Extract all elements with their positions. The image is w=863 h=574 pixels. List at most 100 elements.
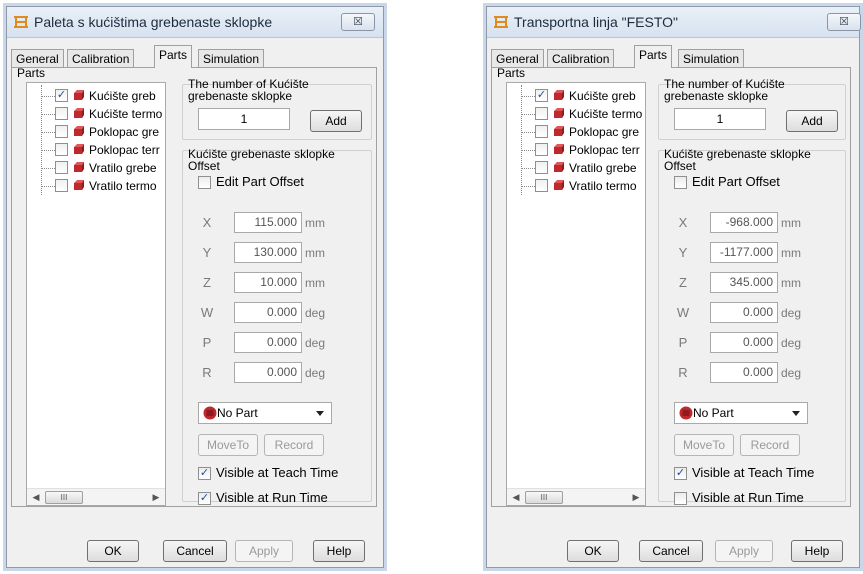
offset-w-input[interactable]: 0.000 [234, 302, 302, 323]
add-button[interactable]: Add [786, 110, 838, 132]
close-icon: ☒ [839, 16, 849, 28]
axis-label-x: X [202, 215, 212, 230]
tab-parts[interactable]: Parts [154, 45, 193, 68]
part-icon [74, 108, 84, 118]
scroll-right-icon[interactable]: ▶ [149, 491, 163, 504]
tree-item-checkbox[interactable] [55, 179, 68, 192]
parts-tree[interactable]: ✓ Kućište greb Kućište termo Poklopac gr… [26, 82, 166, 506]
apply-button[interactable]: Apply [715, 540, 773, 562]
scroll-left-icon[interactable]: ◀ [509, 491, 523, 504]
scroll-thumb[interactable]: III [45, 491, 83, 504]
tree-item[interactable]: Poklopac gre [27, 123, 167, 141]
tab-calibration[interactable]: Calibration [547, 49, 615, 68]
offset-y-input[interactable]: -1177.000 [710, 242, 778, 263]
offset-y-input[interactable]: 130.000 [234, 242, 302, 263]
part-select[interactable]: No Part [674, 402, 808, 424]
tree-item-checkbox[interactable]: ✓ [535, 89, 548, 102]
tree-item[interactable]: Poklopac gre [507, 123, 647, 141]
moveto-button[interactable]: MoveTo [198, 434, 258, 456]
tree-horizontal-scrollbar[interactable]: ◀ III ▶ [507, 488, 645, 505]
tree-item[interactable]: ✓ Kućište greb [27, 87, 167, 105]
scroll-left-icon[interactable]: ◀ [29, 491, 43, 504]
offset-x-input[interactable]: -968.000 [710, 212, 778, 233]
tree-item-checkbox[interactable] [535, 143, 548, 156]
tree-item-checkbox[interactable] [535, 179, 548, 192]
tree-item-checkbox[interactable] [535, 107, 548, 120]
moveto-button[interactable]: MoveTo [674, 434, 734, 456]
scroll-right-icon[interactable]: ▶ [629, 491, 643, 504]
tree-item-checkbox[interactable] [535, 125, 548, 138]
tree-item[interactable]: Vratilo termo [507, 177, 647, 195]
record-button[interactable]: Record [264, 434, 324, 456]
close-button[interactable]: ☒ [827, 13, 861, 31]
edit-offset-checkbox[interactable] [674, 176, 687, 189]
help-button[interactable]: Help [313, 540, 365, 562]
tree-item-label: Vratilo grebe [569, 161, 637, 175]
part-count-value: 1 [674, 108, 766, 130]
cancel-button[interactable]: Cancel [639, 540, 703, 562]
part-dialog-2: Transportna linja "FESTO" ☒ General Cali… [486, 6, 861, 568]
close-icon: ☒ [353, 16, 363, 28]
tree-item-checkbox[interactable] [535, 161, 548, 174]
tree-item[interactable]: ✓ Kućište greb [507, 87, 647, 105]
visible-run-checkbox[interactable] [674, 492, 687, 505]
window-title: Paleta s kućištima grebenaste sklopke [34, 14, 273, 30]
offset-r-input[interactable]: 0.000 [234, 362, 302, 383]
no-part-icon [203, 406, 217, 420]
close-button[interactable]: ☒ [341, 13, 375, 31]
tab-parts[interactable]: Parts [634, 45, 673, 68]
tree-item[interactable]: Poklopac terr [507, 141, 647, 159]
parts-panel: Parts ✓ Kućište greb Kućište termo Poklo… [11, 66, 377, 507]
axis-label-w: W [200, 305, 214, 320]
add-button[interactable]: Add [310, 110, 362, 132]
cancel-button[interactable]: Cancel [163, 540, 227, 562]
visible-run-checkbox[interactable]: ✓ [198, 492, 211, 505]
tab-simulation[interactable]: Simulation [198, 49, 265, 68]
tree-item[interactable]: Vratilo termo [27, 177, 167, 195]
apply-button[interactable]: Apply [235, 540, 293, 562]
tree-item[interactable]: Kućište termo [507, 105, 647, 123]
part-select[interactable]: No Part [198, 402, 332, 424]
tree-item-label: Poklopac terr [89, 143, 160, 157]
parts-tree[interactable]: ✓ Kućište greb Kućište termo Poklopac gr… [506, 82, 646, 506]
title-bar[interactable]: Paleta s kućištima grebenaste sklopke ☒ [7, 7, 383, 38]
part-icon [554, 180, 564, 190]
tree-item-checkbox[interactable] [55, 143, 68, 156]
ok-button[interactable]: OK [567, 540, 619, 562]
title-bar[interactable]: Transportna linja "FESTO" ☒ [487, 7, 861, 38]
visible-teach-checkbox[interactable]: ✓ [198, 467, 211, 480]
offset-p-input[interactable]: 0.000 [710, 332, 778, 353]
tree-horizontal-scrollbar[interactable]: ◀ III ▶ [27, 488, 165, 505]
tree-item-label: Kućište termo [89, 107, 163, 121]
tree-item-checkbox[interactable] [55, 125, 68, 138]
part-icon [554, 108, 564, 118]
tree-item-checkbox[interactable]: ✓ [55, 89, 68, 102]
tree-item[interactable]: Kućište termo [27, 105, 167, 123]
edit-offset-checkbox[interactable] [198, 176, 211, 189]
tree-item-checkbox[interactable] [55, 161, 68, 174]
tree-item-label: Vratilo termo [569, 179, 637, 193]
offset-p-input[interactable]: 0.000 [234, 332, 302, 353]
part-icon [554, 126, 564, 136]
help-button[interactable]: Help [791, 540, 843, 562]
tab-calibration[interactable]: Calibration [67, 49, 135, 68]
tree-item[interactable]: Poklopac terr [27, 141, 167, 159]
conveyor-icon [14, 16, 28, 28]
offset-w-input[interactable]: 0.000 [710, 302, 778, 323]
ok-button[interactable]: OK [87, 540, 139, 562]
offset-r-input[interactable]: 0.000 [710, 362, 778, 383]
tab-simulation[interactable]: Simulation [678, 49, 745, 68]
tree-item[interactable]: Vratilo grebe [507, 159, 647, 177]
offset-x-input[interactable]: 115.000 [234, 212, 302, 233]
scroll-thumb[interactable]: III [525, 491, 563, 504]
axis-label-y: Y [678, 245, 688, 260]
offset-z-input[interactable]: 10.000 [234, 272, 302, 293]
record-button[interactable]: Record [740, 434, 800, 456]
offset-z-input[interactable]: 345.000 [710, 272, 778, 293]
tree-item-checkbox[interactable] [55, 107, 68, 120]
unit-label: deg [781, 336, 802, 350]
visible-teach-checkbox[interactable]: ✓ [674, 467, 687, 480]
tree-item[interactable]: Vratilo grebe [27, 159, 167, 177]
visible-run-label: Visible at Run Time [692, 490, 804, 505]
unit-label: mm [781, 246, 801, 260]
